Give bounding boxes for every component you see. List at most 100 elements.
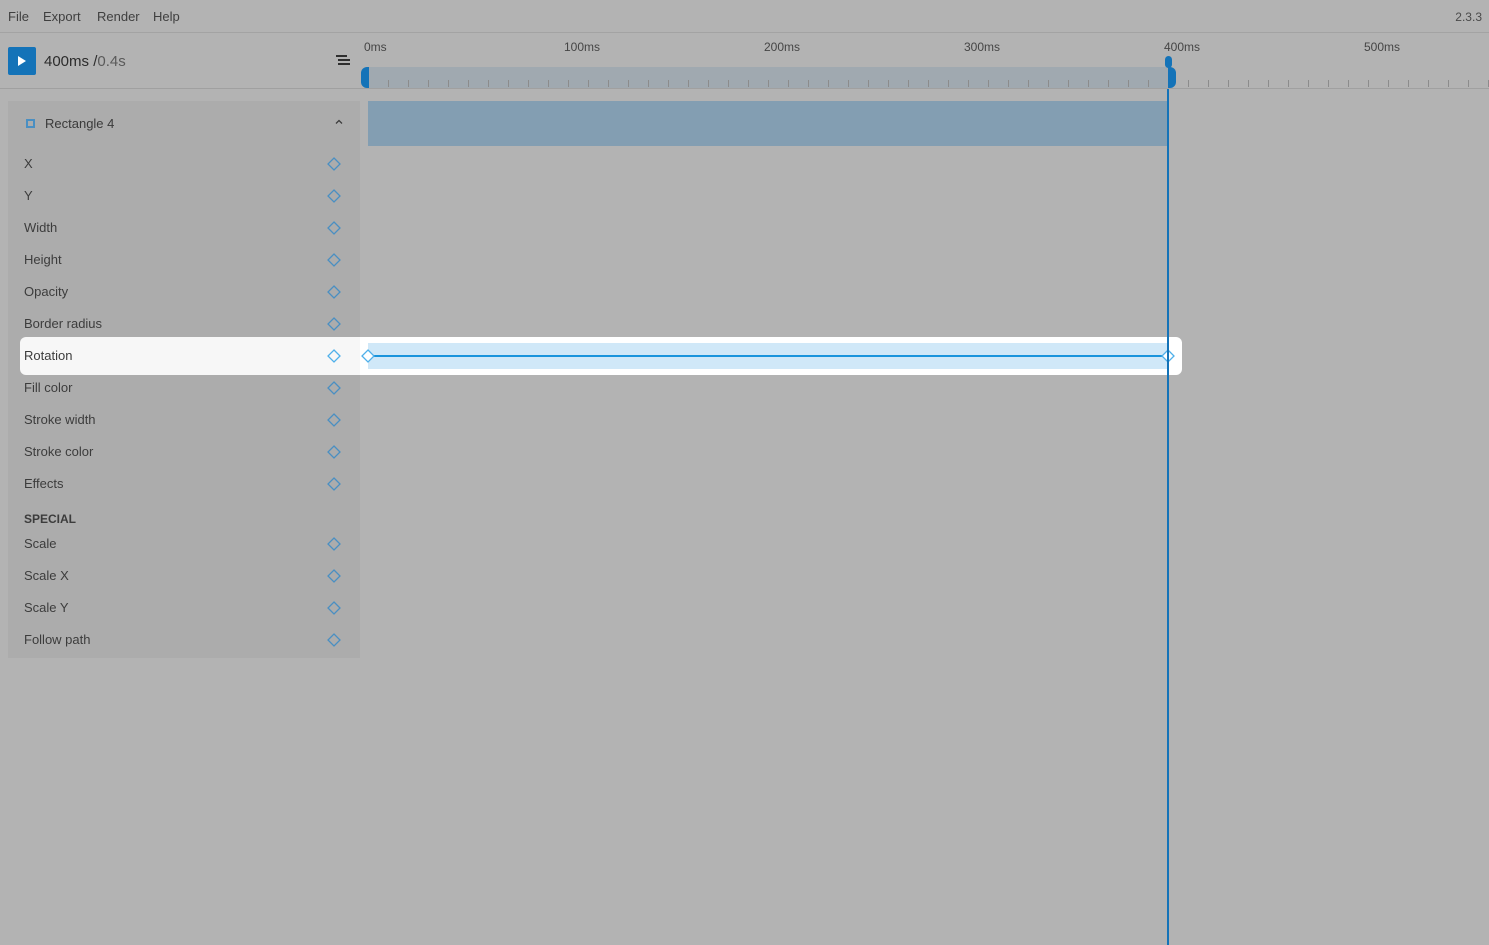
property-label: Scale X: [24, 568, 69, 583]
ruler-tick: [1408, 80, 1409, 87]
ruler-tick: [968, 80, 969, 87]
playhead-line[interactable]: [1167, 89, 1169, 945]
ruler-label: 400ms: [1164, 40, 1201, 54]
ruler-tick: [1328, 80, 1329, 87]
ruler-tick: [1188, 80, 1189, 87]
ruler-tick: [488, 80, 489, 87]
play-button[interactable]: [8, 47, 36, 75]
ruler-tick: [1448, 80, 1449, 87]
property-label: Rotation: [24, 348, 73, 363]
property-label: Width: [24, 220, 58, 235]
add-keyframe-icon[interactable]: [326, 632, 342, 648]
list-icon[interactable]: [335, 54, 351, 67]
ruler-tick: [888, 80, 889, 87]
property-row-border-radius[interactable]: Border radius: [20, 308, 360, 340]
property-row-effects[interactable]: Effects: [20, 468, 360, 500]
playhead-handle[interactable]: [1165, 56, 1172, 68]
property-label: Height: [24, 252, 62, 267]
ruler-tick: [868, 80, 869, 87]
ruler-tick: [988, 80, 989, 87]
add-keyframe-icon[interactable]: [326, 348, 342, 364]
property-row-x[interactable]: X: [20, 148, 360, 180]
property-label: Scale: [24, 536, 57, 551]
property-row-scale-y[interactable]: Scale Y: [20, 592, 360, 624]
ruler-tick: [508, 80, 509, 87]
property-row-scale[interactable]: Scale: [20, 528, 360, 560]
add-keyframe-icon[interactable]: [326, 220, 342, 236]
layer-header[interactable]: Rectangle 4: [8, 101, 360, 145]
menu-help[interactable]: Help: [153, 9, 180, 24]
ruler-tick: [708, 80, 709, 87]
add-keyframe-icon[interactable]: [326, 444, 342, 460]
ruler-tick: [1128, 80, 1129, 87]
ruler-tick: [928, 80, 929, 87]
add-keyframe-icon[interactable]: [326, 380, 342, 396]
property-row-stroke-width[interactable]: Stroke width: [20, 404, 360, 436]
property-row-stroke-color[interactable]: Stroke color: [20, 436, 360, 468]
menu-render[interactable]: Render: [97, 9, 140, 24]
ruler-tick: [768, 80, 769, 87]
add-keyframe-icon[interactable]: [326, 316, 342, 332]
ruler-tick: [1348, 80, 1349, 87]
property-label: Scale Y: [24, 600, 69, 615]
add-keyframe-icon[interactable]: [326, 600, 342, 616]
ruler-tick: [448, 80, 449, 87]
ruler-tick: [1368, 80, 1369, 87]
ruler-tick: [388, 80, 389, 87]
property-row-width[interactable]: Width: [20, 212, 360, 244]
ruler-tick: [648, 80, 649, 87]
add-keyframe-icon[interactable]: [326, 412, 342, 428]
ruler-tick: [1468, 80, 1469, 87]
ruler-tick: [748, 80, 749, 87]
property-label: Follow path: [24, 632, 91, 647]
ruler-tick: [1048, 80, 1049, 87]
property-label: Border radius: [24, 316, 103, 331]
keyframe-transition-line: [368, 355, 1168, 357]
range-end-handle[interactable]: [1168, 67, 1176, 88]
menu-file[interactable]: File: [8, 9, 29, 24]
add-keyframe-icon[interactable]: [326, 568, 342, 584]
property-row-y[interactable]: Y: [20, 180, 360, 212]
property-row-fill-color[interactable]: Fill color: [20, 372, 360, 404]
add-keyframe-icon[interactable]: [326, 476, 342, 492]
property-label: Y: [24, 188, 33, 203]
add-keyframe-icon[interactable]: [326, 284, 342, 300]
ruler-tick: [568, 80, 569, 87]
chevron-up-icon[interactable]: [334, 117, 344, 127]
ruler-tick: [1088, 80, 1089, 87]
range-start-handle[interactable]: [361, 67, 369, 88]
add-keyframe-icon[interactable]: [326, 252, 342, 268]
ruler-tick: [1028, 80, 1029, 87]
property-row-follow-path[interactable]: Follow path: [20, 624, 360, 656]
property-label: Effects: [24, 476, 64, 491]
keyframe-marker[interactable]: [361, 349, 375, 363]
ruler-tick: [1388, 80, 1389, 87]
total-time: 0.4s: [97, 53, 126, 70]
ruler-label: 300ms: [964, 40, 1001, 54]
menu-export[interactable]: Export: [43, 9, 81, 24]
add-keyframe-icon[interactable]: [326, 188, 342, 204]
ruler-tick: [468, 80, 469, 87]
add-keyframe-icon[interactable]: [326, 536, 342, 552]
ruler-tick: [1108, 80, 1109, 87]
ruler-tick: [1008, 80, 1009, 87]
property-row-rotation[interactable]: Rotation: [20, 337, 360, 375]
property-row-scale-x[interactable]: Scale X: [20, 560, 360, 592]
ruler-tick: [588, 80, 589, 87]
ruler-tick: [1268, 80, 1269, 87]
play-icon: [18, 56, 26, 66]
ruler-tick: [408, 80, 409, 87]
add-keyframe-icon[interactable]: [326, 156, 342, 172]
property-row-opacity[interactable]: Opacity: [20, 276, 360, 308]
property-label: Stroke width: [24, 412, 96, 427]
property-label: Stroke color: [24, 444, 94, 459]
ruler-tick: [628, 80, 629, 87]
ruler-tick: [908, 80, 909, 87]
rectangle-icon: [26, 119, 35, 128]
property-label: Fill color: [24, 380, 73, 395]
current-time: 400ms /: [44, 53, 98, 70]
property-label: Opacity: [24, 284, 69, 299]
ruler-tick: [688, 80, 689, 87]
layer-track-bar[interactable]: [368, 101, 1168, 146]
property-row-height[interactable]: Height: [20, 244, 360, 276]
